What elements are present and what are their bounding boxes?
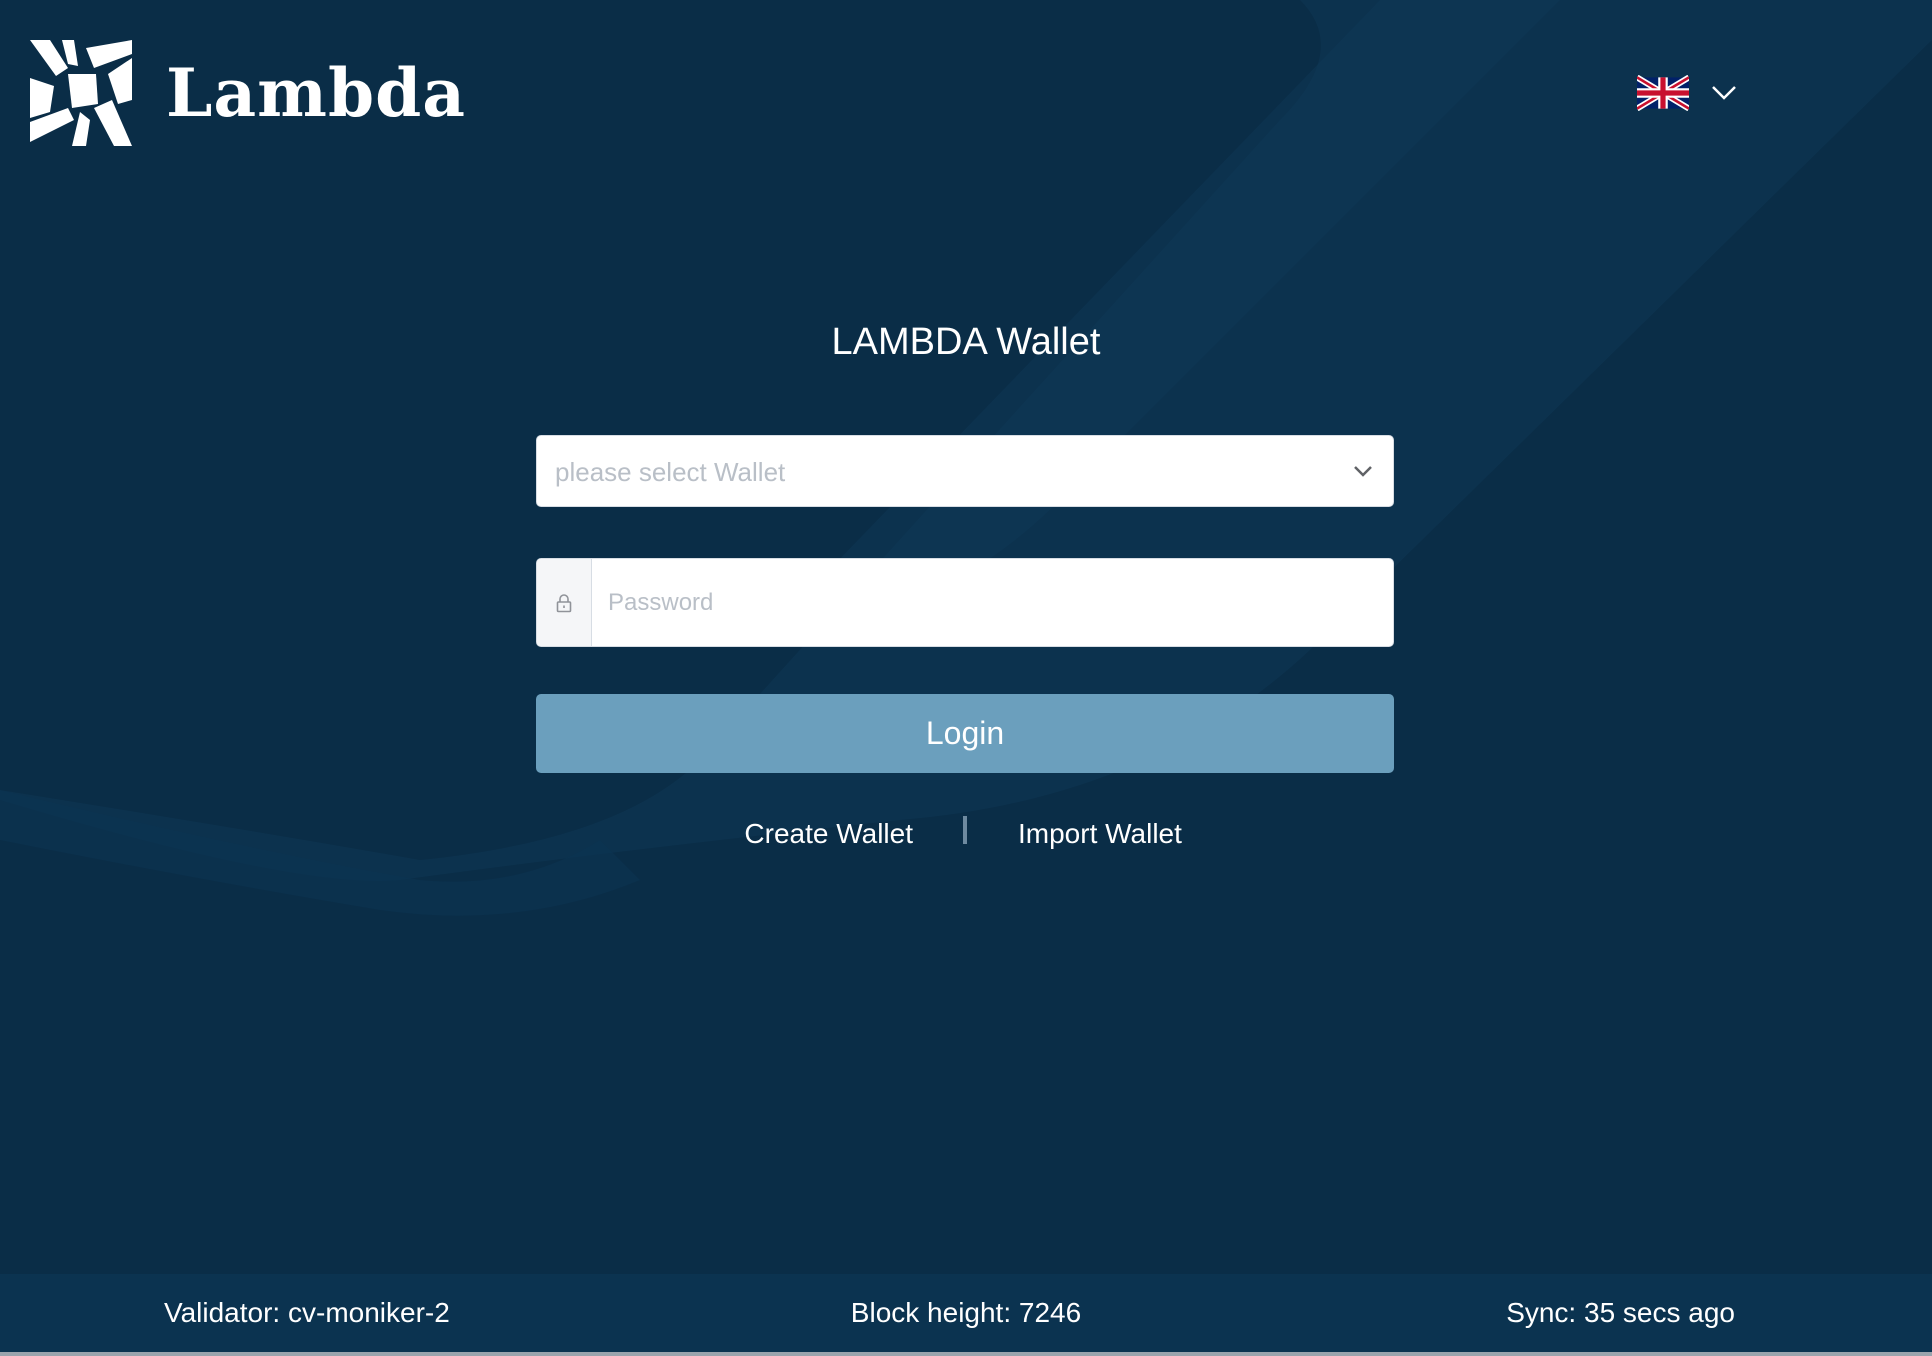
wallet-select-placeholder: please select Wallet [555,457,786,487]
links-divider [963,816,967,844]
chevron-down-icon [1354,466,1372,477]
lambda-logo-icon [30,40,132,146]
create-wallet-link[interactable]: Create Wallet [744,812,913,856]
login-page: Lambda LAMBDA Wallet please select Walle… [0,0,1932,1356]
wallet-links: Create Wallet Import Wallet [0,812,1932,856]
chevron-down-icon [1712,86,1736,100]
password-addon [537,559,592,646]
login-button[interactable]: Login [536,694,1394,773]
brand-name: Lambda [166,54,467,132]
uk-flag-icon [1637,75,1689,111]
footer-divider [0,1352,1932,1356]
status-footer: Validator: cv-moniker-2 Block height: 72… [0,1274,1932,1352]
import-wallet-link[interactable]: Import Wallet [1018,812,1182,856]
background-decoration [0,0,1932,916]
page-title: LAMBDA Wallet [831,321,1101,363]
language-selector[interactable] [1637,75,1737,111]
password-input[interactable] [592,559,1393,646]
wallet-select[interactable]: please select Wallet [536,435,1394,507]
brand-logo[interactable]: Lambda [28,38,466,148]
lock-icon [556,593,572,612]
sync-status: Sync: 35 secs ago [1506,1297,1735,1328]
password-field-group [536,558,1394,647]
